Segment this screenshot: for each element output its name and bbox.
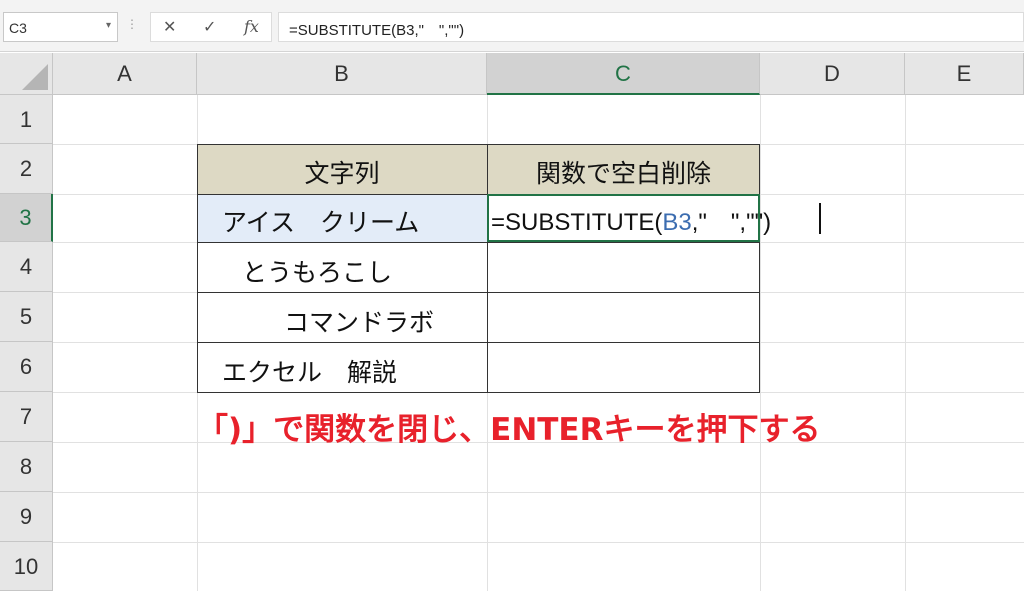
row-header-3[interactable]: 3 <box>0 194 53 242</box>
formula-suffix: ," ","") <box>691 209 772 236</box>
row-header-7[interactable]: 7 <box>0 392 53 442</box>
row-header-4[interactable]: 4 <box>0 242 53 292</box>
row-header-10[interactable]: 10 <box>0 542 53 591</box>
cell-b6[interactable]: エクセル 解説 <box>222 353 397 389</box>
column-header-c[interactable]: C <box>487 53 760 95</box>
cancel-icon[interactable]: ✕ <box>163 17 176 36</box>
row-header-9[interactable]: 9 <box>0 492 53 542</box>
table-border <box>197 392 760 393</box>
formula-buttons: ✕ ✓ fx <box>150 12 272 42</box>
more-options-icon[interactable]: ⋮ <box>126 17 138 31</box>
row-header-2[interactable]: 2 <box>0 144 53 194</box>
column-header-e[interactable]: E <box>905 53 1024 95</box>
text-cursor <box>819 203 821 234</box>
select-all-button[interactable] <box>0 53 53 95</box>
table-border <box>197 292 760 293</box>
table-border <box>197 342 760 343</box>
name-box[interactable]: C3 ▾ <box>3 12 118 42</box>
column-header-a[interactable]: A <box>53 53 197 95</box>
checkmark-icon[interactable]: ✓ <box>203 17 216 36</box>
insert-function-icon[interactable]: fx <box>244 17 259 36</box>
chevron-down-icon[interactable]: ▾ <box>106 20 111 31</box>
row-header-6[interactable]: 6 <box>0 342 53 392</box>
spreadsheet-grid: A B C D E 1 2 3 4 5 6 7 8 9 10 <box>0 53 1024 591</box>
table-border <box>197 144 760 145</box>
column-header-b[interactable]: B <box>197 53 487 95</box>
row-header-1[interactable]: 1 <box>0 95 53 144</box>
gridline <box>53 492 1024 493</box>
cell-reference: B3 <box>662 209 692 236</box>
formula-bar: C3 ▾ ⋮ ✕ ✓ fx =SUBSTITUTE(B3," ","") <box>0 0 1024 52</box>
instruction-annotation: 「)」で関数を閉じ、ENTERキーを押下する <box>197 412 821 448</box>
table-border <box>197 242 760 243</box>
cell-b5[interactable]: コマンドラボ <box>284 303 434 339</box>
gridline <box>53 542 1024 543</box>
gridline <box>905 95 906 591</box>
row-header-5[interactable]: 5 <box>0 292 53 342</box>
cell-b4[interactable]: とうもろこし <box>242 253 392 289</box>
formula-input[interactable]: =SUBSTITUTE(B3," ","") <box>278 12 1024 42</box>
cell-b2[interactable]: 文字列 <box>197 154 487 190</box>
cell-c2[interactable]: 関数で空白削除 <box>487 154 760 190</box>
row-header-8[interactable]: 8 <box>0 442 53 492</box>
select-all-icon <box>22 64 48 90</box>
formula-text: =SUBSTITUTE(B3," ","") <box>289 22 465 39</box>
cell-c3-formula: =SUBSTITUTE(B3," ","") <box>491 202 771 237</box>
gridline <box>760 95 761 591</box>
cell-b3[interactable]: アイス クリーム <box>222 203 419 239</box>
name-box-value: C3 <box>9 20 27 36</box>
formula-prefix: =SUBSTITUTE( <box>491 209 663 236</box>
column-header-d[interactable]: D <box>760 53 905 95</box>
